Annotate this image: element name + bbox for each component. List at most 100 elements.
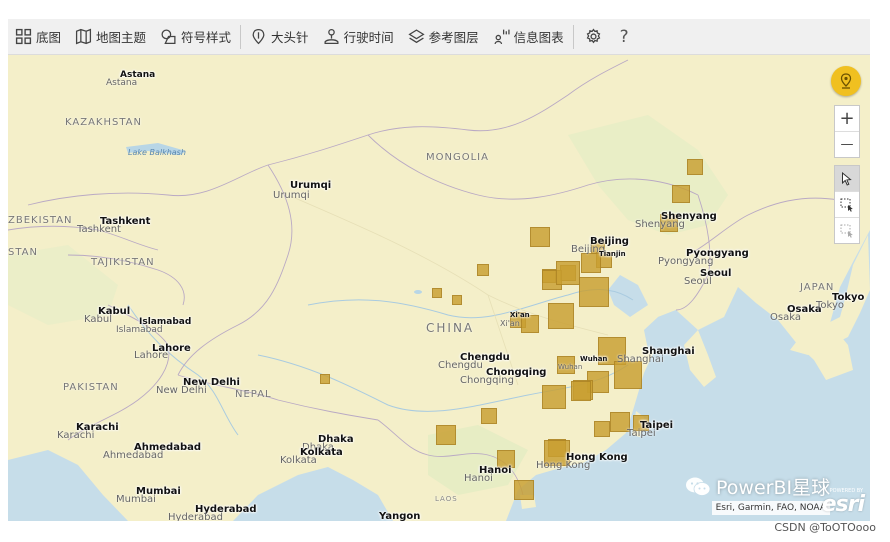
toolbar-label: 地图主题 <box>96 30 147 45</box>
label-islamabad-duplicate: Islamabad <box>116 325 163 335</box>
label-chengdu-duplicate: Chengdu <box>438 360 483 371</box>
map-bubble[interactable] <box>435 424 457 446</box>
label-japan: JAPAN <box>800 282 835 293</box>
map-bubble[interactable] <box>579 277 609 307</box>
map-bubble[interactable] <box>686 158 704 176</box>
selection-tools <box>834 165 860 244</box>
label-yangon: Yangon <box>379 511 421 522</box>
map-bubble[interactable] <box>481 408 497 424</box>
toolbar-symbol-style[interactable]: 符号样式 <box>153 19 238 55</box>
symbol-style-icon <box>161 29 176 45</box>
map-attribution: Esri, Garmin, FAO, NOAA <box>711 501 830 515</box>
toolbar-label: 信息图表 <box>513 30 564 45</box>
label-astana-duplicate: Astana <box>106 78 138 88</box>
wechat-icon <box>686 477 711 496</box>
map-bubble[interactable] <box>514 480 534 500</box>
label-hanoi-duplicate: Hanoi <box>464 473 493 484</box>
locate-button[interactable] <box>831 66 861 96</box>
toolbar-reference-layer[interactable]: 参考图层 <box>401 19 486 55</box>
label-osaka-duplicate: Osaka <box>770 312 801 323</box>
toolbar-basemap[interactable]: 底图 <box>8 19 68 55</box>
label-tajikistan: TAJIKISTAN <box>91 257 155 268</box>
label-laos: LAOS <box>435 495 458 503</box>
label-china: CHINA <box>426 321 475 335</box>
label-taipei-duplicate: Taipei <box>627 428 656 439</box>
map-bubble[interactable] <box>556 261 580 285</box>
map-bubble[interactable] <box>477 264 489 276</box>
label-ahmedabad-duplicate: Ahmedabad <box>103 450 164 461</box>
label-tianjin: Tianjin <box>599 250 626 258</box>
map-bubble[interactable] <box>319 373 331 385</box>
label-mumbai-duplicate: Mumbai <box>116 494 156 505</box>
label-kolkata-duplicate: Kolkata <box>280 455 317 466</box>
pin-icon <box>252 28 265 45</box>
map-bubble[interactable] <box>593 420 611 438</box>
gear-icon <box>586 28 600 44</box>
toolbar-label: 大头针 <box>271 30 309 45</box>
watermark-text: PowerBI星球 <box>716 477 831 499</box>
cursor-select-icon <box>842 171 852 186</box>
map-bubble[interactable] <box>672 185 690 203</box>
label-mongolia: MONGOLIA <box>426 152 489 163</box>
toolbar-pin[interactable]: 大头针 <box>243 19 316 55</box>
label-hyderabad-duplicate: Hyderabad <box>168 512 223 522</box>
infographic-icon <box>494 29 510 45</box>
toolbar-settings-button[interactable] <box>576 19 611 55</box>
rectangle-select-icon <box>840 198 853 212</box>
toolbar-drive-time[interactable]: 行驶时间 <box>316 19 401 55</box>
toolbar-help-button[interactable]: ? <box>611 19 638 55</box>
label-xian-duplicate: Xi'an <box>500 319 520 328</box>
label-stan-fragment: STAN <box>8 247 39 258</box>
toolbar-label: 参考图层 <box>428 30 479 45</box>
toolbar-label: 行驶时间 <box>343 30 394 45</box>
lasso-select-button[interactable] <box>835 217 859 243</box>
toolbar-map-theme[interactable]: 地图主题 <box>68 19 153 55</box>
label-hong-kong-duplicate: Hong Kong <box>536 460 591 471</box>
rectangle-select-button[interactable] <box>835 191 859 217</box>
zoom-in-button[interactable]: + <box>835 106 859 131</box>
toolbar-label: 底图 <box>36 30 62 45</box>
map-bubble[interactable] <box>581 253 601 273</box>
label-shanghai-duplicate: Shanghai <box>617 354 664 365</box>
label-pakistan: PAKISTAN <box>63 382 119 393</box>
reference-layer-icon <box>407 29 425 44</box>
label-pyongyang-duplicate: Pyongyang <box>658 256 714 267</box>
drive-time-icon <box>324 28 339 45</box>
label-kabul-duplicate: Kabul <box>84 314 112 325</box>
lasso-select-icon <box>840 224 853 238</box>
map-toolbar: 底图 地图主题 符号样式 大头针 行驶时间 参考图层 信息图表 ? <box>8 19 870 55</box>
map-bubble[interactable] <box>451 294 463 306</box>
map-canvas[interactable]: KAZAKHSTAN MONGOLIA ZBEKISTAN STAN TAJIK… <box>8 55 870 521</box>
label-wuhan-duplicate: Wuhan <box>558 363 583 371</box>
map-bubble[interactable] <box>547 302 575 330</box>
map-bubble[interactable] <box>529 226 551 248</box>
label-lahore-duplicate: Lahore <box>134 350 169 361</box>
location-pin-icon <box>840 73 852 89</box>
wechat-watermark: PowerBI星球 <box>685 473 830 500</box>
toolbar-divider <box>240 24 242 49</box>
label-chongqing-duplicate: Chongqing <box>460 375 514 386</box>
label-xian: Xi'an <box>510 311 530 319</box>
map-bubble[interactable] <box>542 385 566 409</box>
label-lake-balkhash: Lake Balkhash <box>128 148 186 157</box>
map-theme-icon <box>75 28 92 45</box>
csdn-credit: CSDN @ToOTOooo <box>774 521 876 534</box>
help-icon: ? <box>619 26 629 47</box>
toolbar-infographic[interactable]: 信息图表 <box>486 19 571 55</box>
label-uzbekistan: ZBEKISTAN <box>8 215 73 226</box>
esri-logo: esri <box>821 492 865 517</box>
label-wuhan: Wuhan <box>580 355 608 363</box>
zoom-out-button[interactable]: — <box>835 131 859 157</box>
label-shenyang-duplicate: Shenyang <box>635 219 685 230</box>
label-kazakhstan: KAZAKHSTAN <box>65 117 142 128</box>
select-tool-button[interactable] <box>835 166 859 191</box>
basemap-grid-icon <box>15 28 32 45</box>
map-bubble[interactable] <box>571 381 591 401</box>
map-bubble[interactable] <box>431 287 443 299</box>
zoom-controls: + — <box>834 105 860 158</box>
label-tashkent-duplicate: Tashkent <box>77 224 121 235</box>
label-tokyo-duplicate: Tokyo <box>816 300 844 311</box>
label-new-delhi-duplicate: New Delhi <box>156 385 207 396</box>
label-nepal: NEPAL <box>235 389 272 400</box>
label-seoul-duplicate: Seoul <box>684 276 712 287</box>
